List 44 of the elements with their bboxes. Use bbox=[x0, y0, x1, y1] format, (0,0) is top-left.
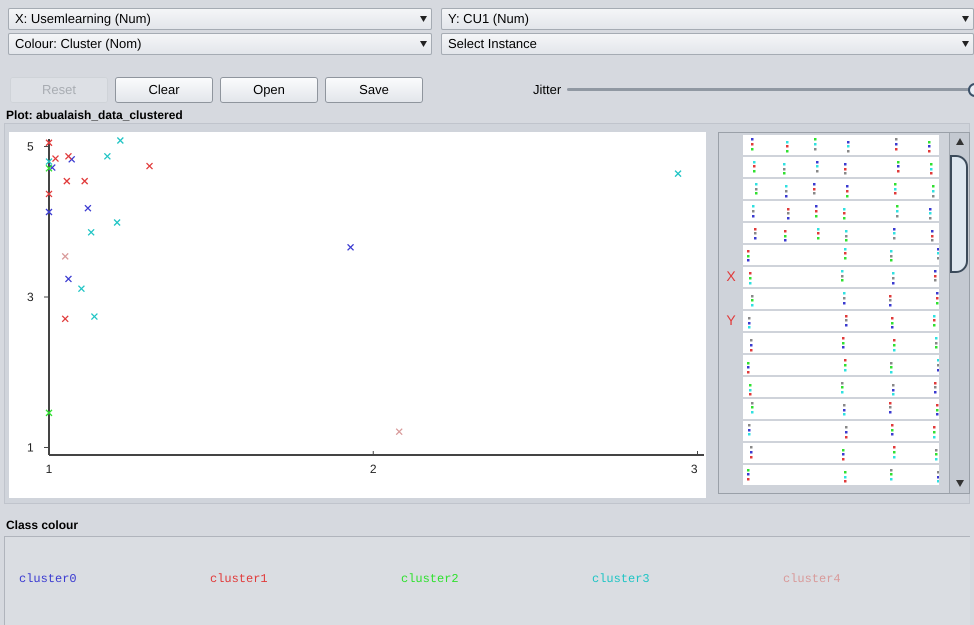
attribute-strip-drawing[interactable] bbox=[743, 135, 939, 155]
attribute-strip-drawing[interactable] bbox=[743, 311, 939, 331]
y-tick-label: 1 bbox=[27, 440, 34, 454]
toolbar-button[interactable]: Save bbox=[325, 76, 423, 102]
attribute-strip-drawing[interactable] bbox=[743, 399, 939, 419]
class-colour-title: Class colour bbox=[5, 517, 80, 534]
attribute-strip-drawing[interactable] bbox=[743, 333, 939, 353]
plot-title: Plot: abualaish_data_clustered bbox=[5, 107, 184, 123]
attribute-strip-drawing[interactable] bbox=[743, 355, 939, 375]
attribute-strip-drawing[interactable] bbox=[743, 421, 939, 441]
attribute-strip-drawing[interactable] bbox=[743, 179, 939, 199]
attribute-strip-drawing[interactable] bbox=[743, 201, 939, 221]
y-tick-label: 5 bbox=[27, 140, 34, 154]
scrollbar-thumb[interactable] bbox=[950, 155, 968, 273]
jitter-slider[interactable] bbox=[567, 82, 974, 96]
dropdown-arrow-icon[interactable] bbox=[962, 16, 969, 22]
colour-dropdown[interactable]: Colour: Cluster (Nom) bbox=[8, 33, 432, 55]
toolbar-button[interactable]: Clear bbox=[115, 76, 213, 102]
attribute-strip-drawing[interactable] bbox=[743, 443, 939, 463]
attribute-strip-drawing[interactable] bbox=[743, 245, 939, 265]
x-tick-label: 1 bbox=[46, 462, 52, 476]
axis-marker: X bbox=[726, 266, 736, 286]
y-tick-label: 3 bbox=[27, 290, 34, 304]
dropdown-arrow-icon[interactable] bbox=[962, 41, 969, 47]
x-tick-label: 2 bbox=[370, 462, 377, 476]
scroll-up-icon[interactable] bbox=[956, 138, 964, 145]
axis-marker: Y bbox=[726, 310, 736, 330]
x-axis-dropdown[interactable]: X: Usemlearning (Num) bbox=[8, 8, 432, 30]
attribute-strip-drawing[interactable] bbox=[743, 157, 939, 177]
attribute-strip-drawing[interactable] bbox=[743, 223, 939, 243]
dropdown-arrow-icon[interactable] bbox=[420, 41, 427, 47]
attribute-strip-drawing[interactable] bbox=[743, 267, 939, 287]
attribute-strip-drawing[interactable] bbox=[743, 377, 939, 397]
scroll-down-icon[interactable] bbox=[956, 480, 964, 487]
instance-dropdown[interactable]: Select Instance bbox=[441, 33, 974, 55]
y-axis-dropdown[interactable]: Y: CU1 (Num) bbox=[441, 8, 974, 30]
class-colour-label[interactable]: cluster0 bbox=[19, 570, 210, 588]
dropdown-arrow-icon[interactable] bbox=[420, 16, 427, 22]
vertical-scrollbar[interactable] bbox=[949, 133, 969, 493]
jitter-label: Jitter bbox=[533, 80, 562, 99]
toolbar-button[interactable]: Open bbox=[220, 76, 318, 102]
x-tick-label: 3 bbox=[690, 462, 698, 476]
attribute-strip-drawing[interactable] bbox=[743, 465, 939, 485]
attribute-strip-drawing[interactable] bbox=[743, 289, 939, 309]
